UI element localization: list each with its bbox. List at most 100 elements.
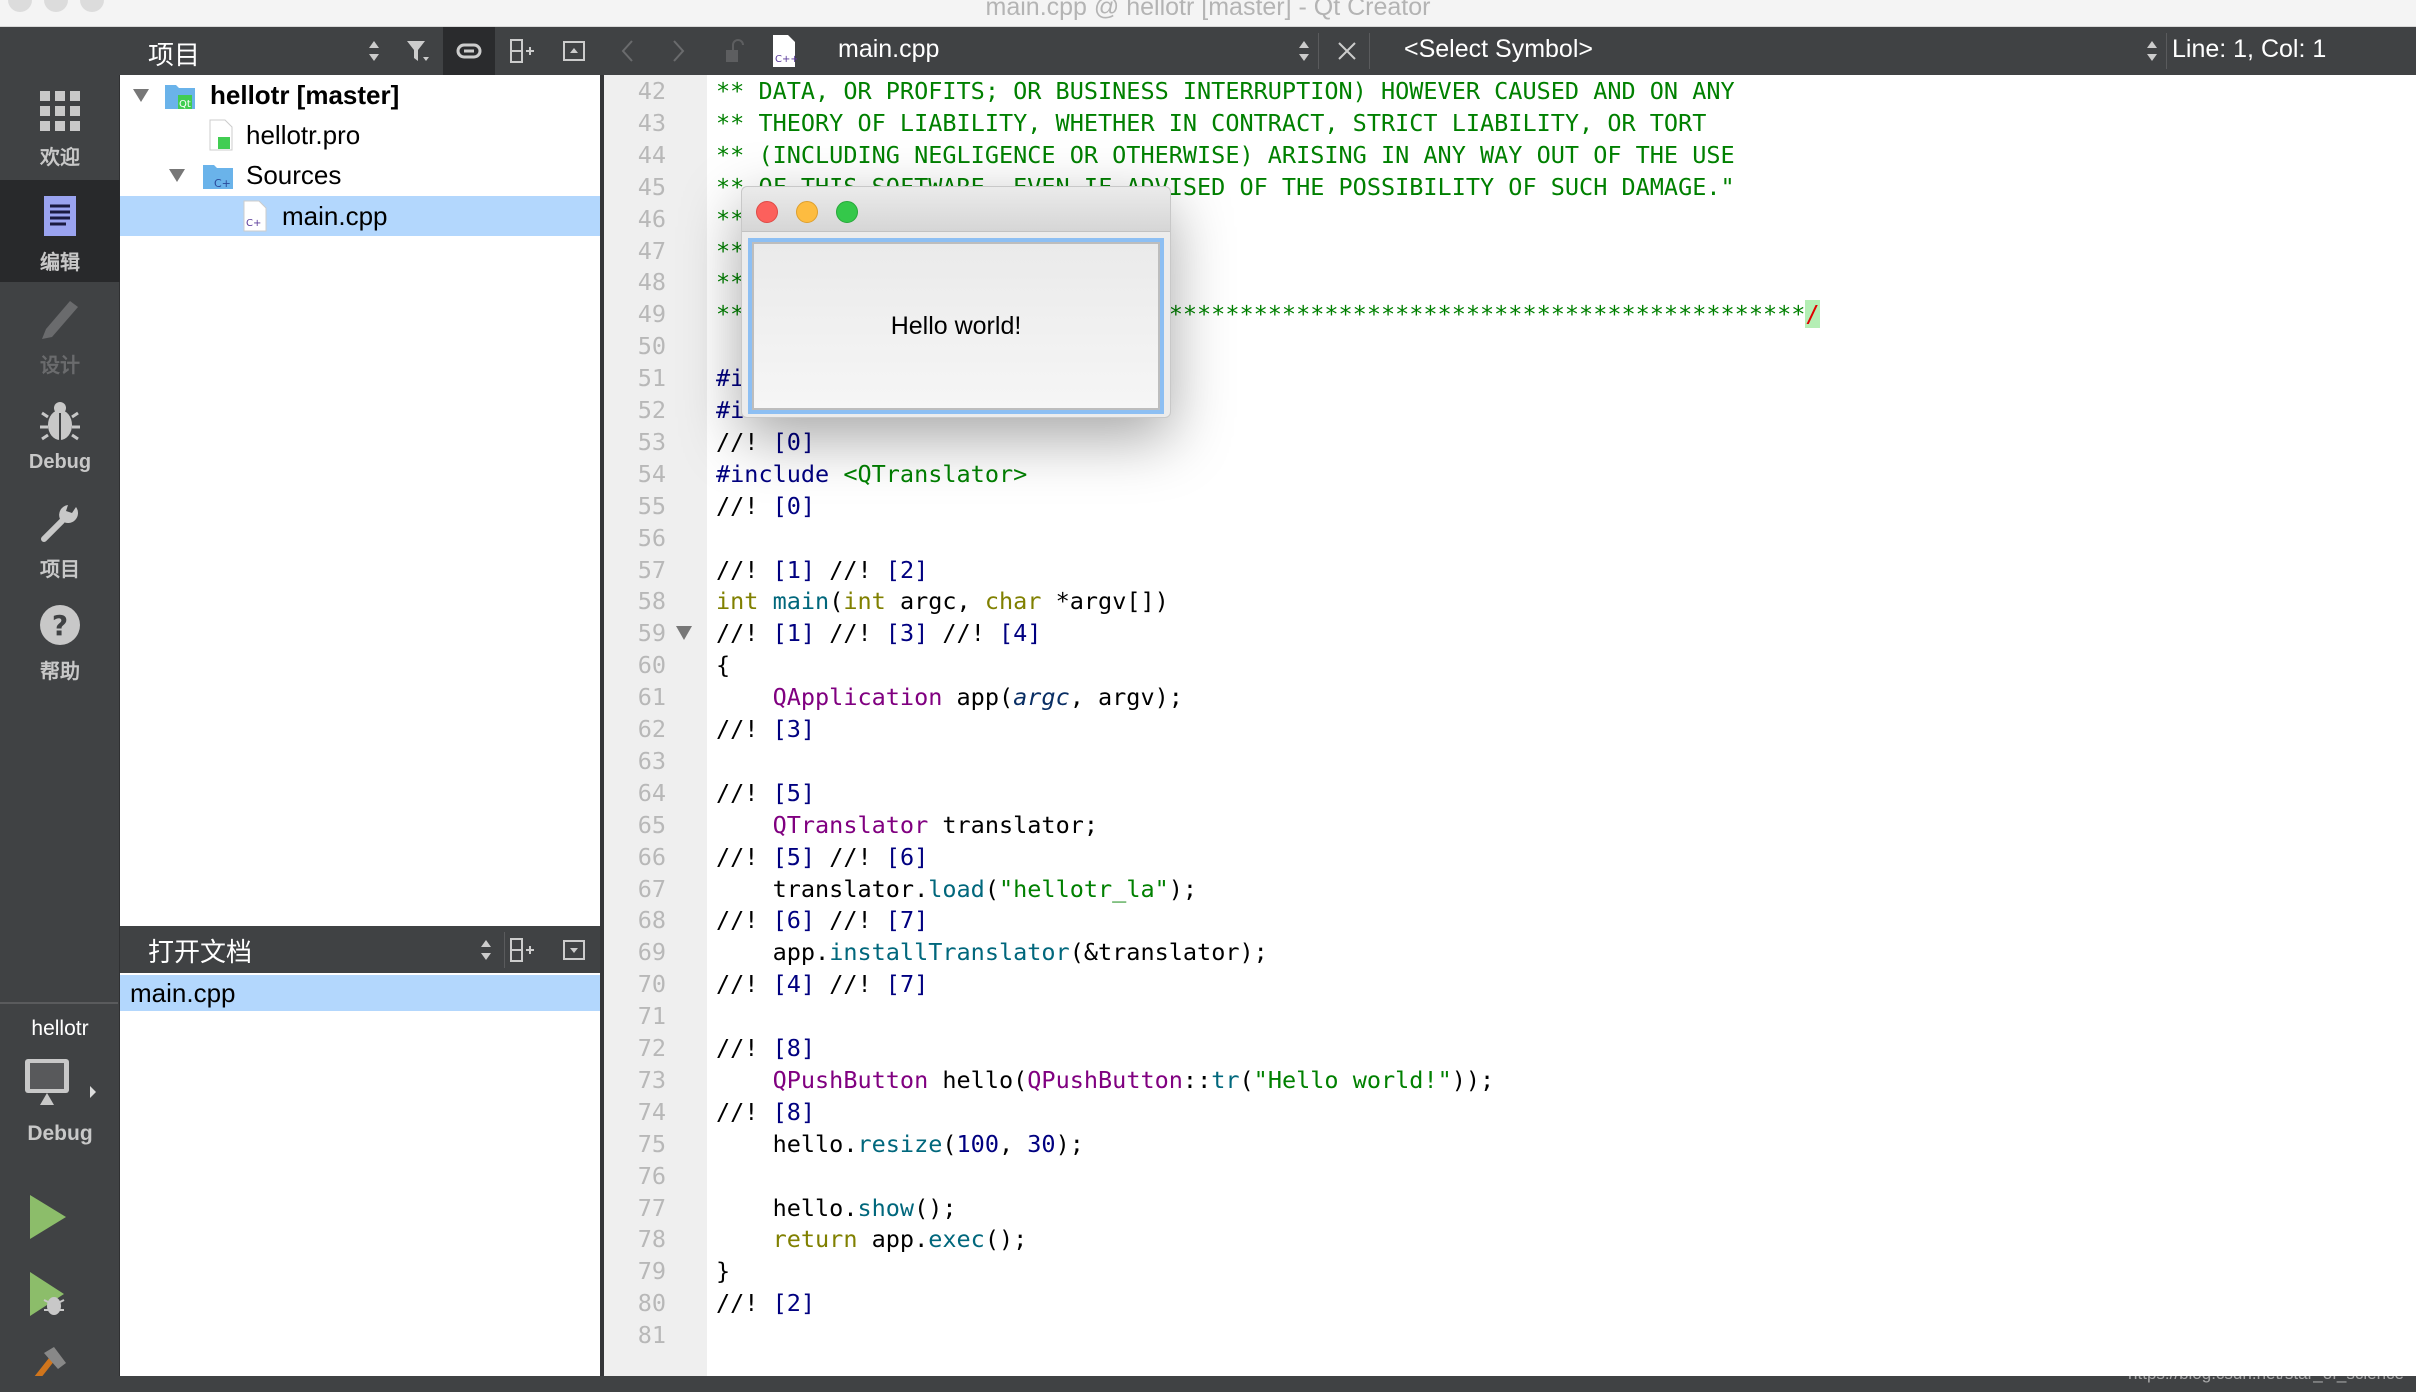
split-icon[interactable] (508, 936, 536, 964)
close-pane-icon[interactable] (560, 936, 588, 964)
tree-item-main-cpp[interactable]: C+ main.cpp (120, 196, 600, 236)
code-line[interactable]: //! [2] (716, 1287, 815, 1319)
code-token: [0] (772, 427, 816, 456)
line-number: 58 (637, 587, 666, 616)
code-line[interactable]: return app.exec(); (716, 1223, 1028, 1255)
code-line[interactable]: //! [0] (716, 490, 815, 522)
tree-item-pro-file[interactable]: hellotr.pro (120, 115, 600, 155)
code-token: QApplication (772, 683, 943, 712)
dialog-zoom-button[interactable] (836, 201, 858, 223)
code-line[interactable]: QTranslator translator; (716, 809, 1098, 841)
code-line[interactable]: //! [8] (716, 1096, 815, 1128)
mode-help[interactable]: ? 帮助 (0, 589, 120, 691)
code-line[interactable]: #include <QTranslator> (716, 458, 1027, 490)
code-line[interactable]: //! [3] (716, 713, 815, 745)
code-token: argc, (885, 587, 985, 616)
expand-arrow-icon[interactable] (132, 87, 150, 103)
open-document-item[interactable]: main.cpp (120, 975, 600, 1011)
open-documents-list: main.cpp (120, 973, 600, 1376)
code-line[interactable]: //! [1] //! [3] //! [4] (716, 617, 1041, 649)
code-line[interactable]: hello.resize(100, 30); (716, 1128, 1084, 1160)
code-line[interactable]: app.installTranslator(&translator); (716, 936, 1268, 968)
code-line[interactable]: hello.show(); (716, 1192, 957, 1224)
mode-label: 设计 (40, 355, 80, 377)
updown-arrows-icon[interactable] (2138, 37, 2166, 65)
mode-welcome[interactable]: 欢迎 (0, 75, 120, 177)
code-line[interactable]: { (716, 649, 730, 681)
close-document-icon[interactable] (1333, 37, 1361, 65)
updown-arrows-icon[interactable] (472, 936, 500, 964)
tree-item-sources[interactable]: C+ Sources (120, 155, 600, 195)
code-token: show (857, 1193, 915, 1222)
code-line[interactable]: //! [5] //! [6] (716, 841, 928, 873)
line-number: 48 (637, 268, 666, 297)
code-line[interactable]: //! [5] (716, 777, 815, 809)
mode-debug[interactable]: Debug (0, 385, 120, 487)
code-token: "Hello world!" (1253, 1065, 1452, 1094)
forward-icon[interactable] (664, 37, 692, 65)
wrench-icon (41, 505, 78, 542)
line-number: 56 (637, 523, 666, 552)
kit-build-config[interactable]: Debug (0, 1122, 120, 1146)
dialog-minimize-button[interactable] (796, 201, 818, 223)
mode-edit[interactable]: 编辑 (0, 180, 120, 282)
line-number: 62 (637, 715, 666, 743)
split-icon[interactable] (508, 37, 536, 65)
qt-pro-file-icon (209, 119, 233, 151)
run-icon[interactable] (28, 1193, 68, 1241)
line-number: 67 (637, 874, 666, 903)
code-token: [3] (772, 715, 816, 743)
close-pane-icon[interactable] (560, 37, 588, 65)
filter-icon[interactable] (403, 37, 431, 65)
tree-item-project[interactable]: Qt hellotr [master] (120, 75, 600, 115)
current-file-name[interactable]: main.cpp (838, 35, 939, 64)
code-token: "hellotr_la" (998, 874, 1169, 903)
hello-world-button[interactable]: Hello world! (748, 238, 1164, 414)
chevron-right-icon[interactable] (88, 1085, 98, 1099)
code-line[interactable]: //! [1] //! [2] (716, 554, 928, 586)
code-line[interactable]: //! [0] (716, 426, 815, 458)
code-line[interactable]: //! [8] (716, 1032, 815, 1064)
code-line[interactable]: } (716, 1255, 730, 1287)
back-icon[interactable] (614, 37, 642, 65)
code-line[interactable]: QPushButton hello(QPushButton::tr("Hello… (716, 1064, 1495, 1096)
projects-panel-title[interactable]: 项目 (148, 35, 200, 72)
kit-project-name[interactable]: hellotr (0, 1017, 120, 1041)
lock-icon[interactable] (720, 37, 748, 65)
code-line[interactable]: //! [6] //! [7] (716, 904, 928, 936)
code-token: [2] (772, 1289, 816, 1318)
code-token: //! (928, 619, 999, 648)
code-line[interactable]: QApplication app(argc, argv); (716, 681, 1183, 713)
expand-arrow-icon[interactable] (168, 167, 186, 183)
code-token: //! (716, 842, 773, 871)
mode-projects[interactable]: 项目 (0, 487, 120, 589)
code-line[interactable]: int main(int argc, char *argv[]) (716, 585, 1169, 617)
code-line[interactable]: ** (INCLUDING NEGLIGENCE OR OTHERWISE) A… (716, 139, 1735, 171)
updown-arrows-icon[interactable] (1290, 37, 1318, 65)
code-line[interactable]: ** DATA, OR PROFITS; OR BUSINESS INTERRU… (716, 75, 1735, 107)
code-line[interactable]: ** THEORY OF LIABILITY, WHETHER IN CONTR… (716, 107, 1706, 139)
code-token: :: (1182, 1065, 1212, 1094)
fold-arrow-icon[interactable] (676, 626, 692, 641)
line-number: 43 (637, 108, 666, 137)
line-number: 66 (637, 842, 666, 871)
code-token: //! (716, 906, 773, 935)
code-token: argc (1013, 683, 1070, 712)
pencil-icon (42, 301, 78, 339)
updown-arrows-icon[interactable] (360, 37, 388, 65)
code-line[interactable]: //! [4] //! [7] (716, 968, 928, 1000)
mode-design[interactable]: 设计 (0, 283, 120, 385)
open-documents-title[interactable]: 打开文档 (148, 932, 252, 969)
symbol-selector[interactable]: <Select Symbol> (1404, 35, 1593, 64)
dialog-titlebar[interactable] (742, 187, 1170, 232)
debug-run-icon[interactable] (28, 1270, 72, 1318)
dialog-close-button[interactable] (756, 201, 778, 223)
cursor-position[interactable]: Line: 1, Col: 1 (2172, 35, 2326, 64)
tree-item-label: hellotr.pro (246, 120, 361, 150)
code-line[interactable]: translator.load("hellotr_la"); (716, 873, 1197, 905)
monitor-icon[interactable] (22, 1057, 72, 1107)
sync-button[interactable] (443, 27, 495, 75)
